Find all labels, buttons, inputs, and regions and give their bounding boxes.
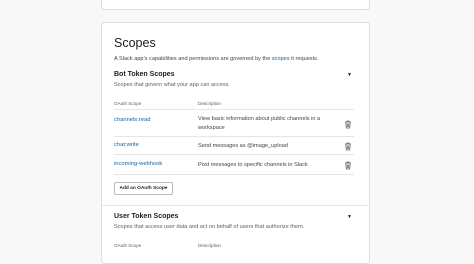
add-oauth-scope-button[interactable]: Add an OAuth Scope: [114, 182, 173, 195]
bot-scopes-title: Bot Token Scopes: [114, 71, 175, 78]
scope-channels-read[interactable]: channels:read: [114, 117, 150, 123]
caret-down-icon[interactable]: ▼: [347, 72, 352, 78]
scopes-link[interactable]: scopes: [272, 56, 290, 62]
scope-incoming-webhook[interactable]: incoming-webhook: [114, 161, 162, 167]
scopes-intro: A Slack app’s capabilities and permissio…: [114, 56, 319, 62]
intro-prefix: A Slack app’s capabilities and permissio…: [114, 56, 272, 62]
column-header-scope: OAuth Scope: [114, 101, 142, 106]
row-divider: [114, 154, 354, 155]
column-header-description: Description: [198, 101, 221, 106]
trash-icon[interactable]: [344, 142, 352, 151]
trash-icon[interactable]: [344, 120, 352, 129]
intro-suffix: it requests.: [289, 56, 319, 62]
previous-card: [101, 0, 370, 10]
row-divider: [114, 174, 354, 175]
bot-scopes-description: Scopes that govern what your app can acc…: [114, 82, 230, 88]
caret-down-icon[interactable]: ▼: [347, 214, 352, 220]
user-scopes-title: User Token Scopes: [114, 213, 179, 220]
scope-description: View basic information about public chan…: [198, 116, 321, 131]
scope-chat-write[interactable]: chat:write: [114, 142, 139, 148]
scope-description: Send messages as @image_upload: [198, 143, 288, 149]
column-header-description: Description: [198, 243, 221, 248]
scope-description: Post messages to specific channels in Sl…: [198, 162, 308, 168]
column-header-scope: OAuth Scope: [114, 243, 142, 248]
row-divider: [114, 136, 354, 137]
user-scopes-description: Scopes that access user data and act on …: [114, 224, 305, 230]
trash-icon[interactable]: [344, 161, 352, 170]
section-divider: [102, 205, 368, 206]
page-title: Scopes: [114, 36, 156, 50]
table-divider: [114, 109, 354, 110]
